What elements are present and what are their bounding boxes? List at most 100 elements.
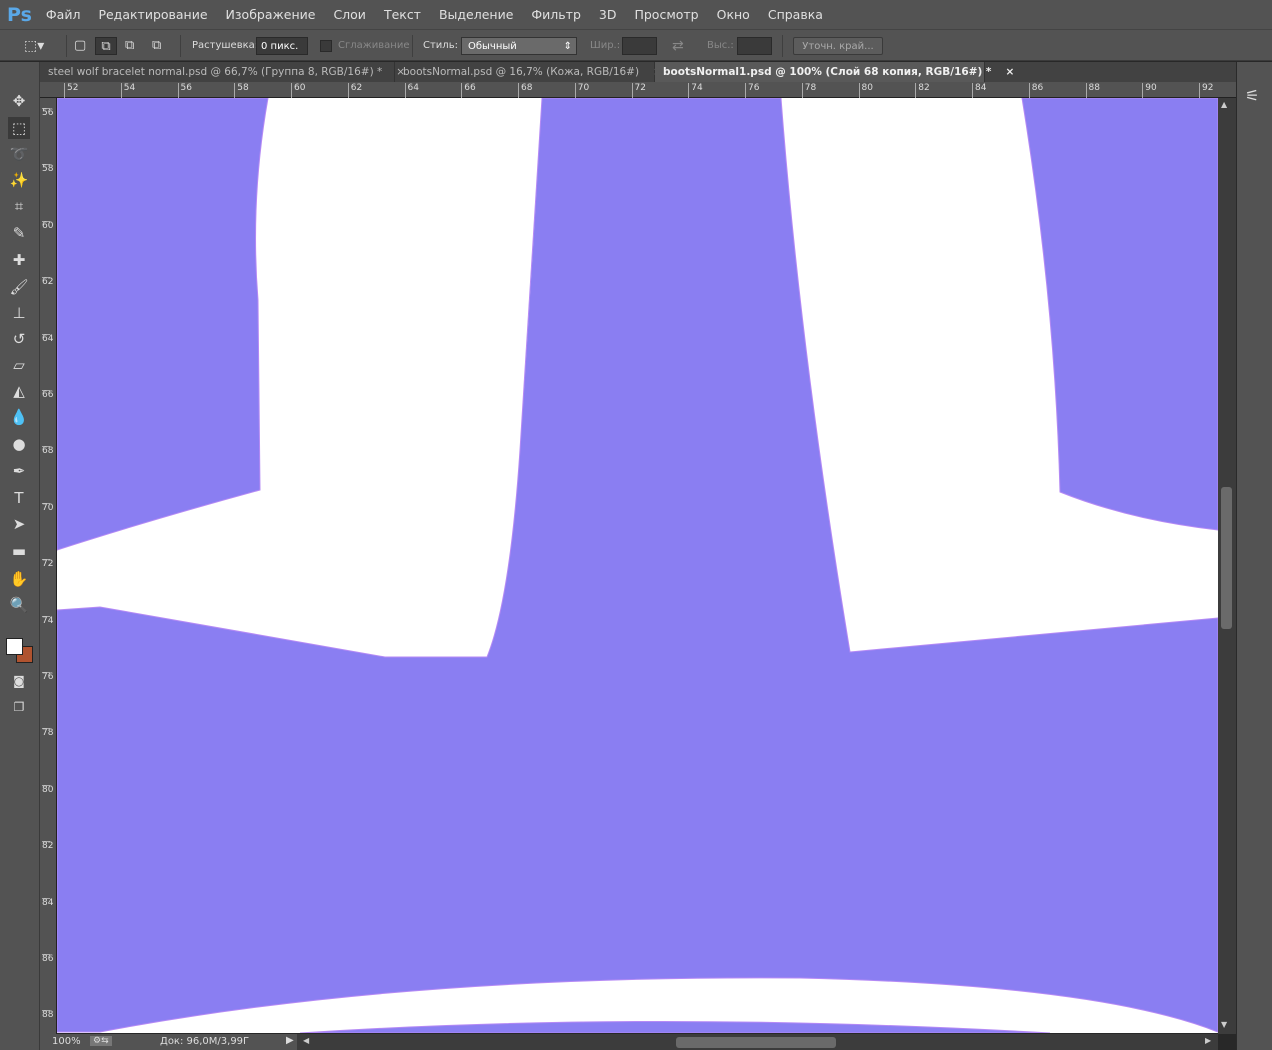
ruler-tick-label: 58 [42, 164, 54, 175]
ruler-tick-label: 54 [120, 83, 135, 98]
ruler-tick-label: 80 [42, 784, 54, 795]
history-brush-icon[interactable]: ↺ [8, 328, 30, 350]
ruler-tick-label: 62 [42, 277, 54, 288]
hand-tool-icon[interactable]: ✋ [8, 568, 30, 590]
horizontal-scrollbar[interactable]: ◀ ▶ [297, 1034, 1218, 1050]
menu-item[interactable]: Редактирование [98, 7, 207, 22]
eraser-icon[interactable]: ▱ [8, 354, 30, 376]
clone-stamp-icon[interactable]: ⊥ [8, 302, 30, 324]
vertical-ruler: 56 58 60 62 64 66 68 70 72 74 76 78 80 82 84 86 88 [40, 98, 57, 1034]
lasso-tool-icon[interactable]: ➰ [8, 143, 30, 165]
close-icon[interactable]: × [1005, 62, 1014, 82]
style-select[interactable]: Обычный ⇕ [461, 37, 577, 55]
document-canvas[interactable] [57, 98, 1218, 1033]
menu-item[interactable]: Изображение [226, 7, 316, 22]
pen-tool-icon[interactable]: ✒ [8, 460, 30, 482]
add-selection-icon[interactable]: ⧉ [95, 37, 117, 55]
photoshop-logo: Ps [7, 3, 32, 26]
menu-item[interactable]: Просмотр [634, 7, 698, 22]
menu-item[interactable]: Файл [46, 7, 81, 22]
feather-input[interactable]: 0 пикс. [256, 37, 308, 55]
uv-island-bottom [299, 1021, 1051, 1033]
ruler-tick-label: 56 [42, 108, 54, 118]
document-tab[interactable]: bootsNormal1.psd @ 100% (Слой 68 копия, … [655, 62, 1014, 82]
crop-tool-icon[interactable]: ⌗ [8, 195, 30, 217]
type-tool-icon[interactable]: T [8, 487, 30, 509]
ruler-tick-label: 82 [915, 83, 930, 98]
ruler-tick-label: 70 [574, 83, 589, 98]
horizontal-scroll-thumb[interactable] [676, 1037, 836, 1048]
swap-icon[interactable]: ⇄ [672, 37, 684, 55]
ruler-tick-label: 86 [42, 954, 54, 964]
ruler-tick-label: 58 [234, 83, 249, 98]
menu-item[interactable]: Справка [768, 7, 823, 22]
status-bar: 100% ⚙⇆ Док: 96,0M/3,99Г ▶ [40, 1034, 297, 1050]
tab-label: steel wolf bracelet normal.psd @ 66,7% (… [48, 66, 383, 78]
adjustments-icon[interactable]: ⚟ [1245, 86, 1259, 105]
scroll-down-icon[interactable]: ▼ [1221, 1020, 1227, 1029]
ruler-tick-label: 80 [858, 83, 873, 98]
menu-item[interactable]: Фильтр [531, 7, 580, 22]
healing-brush-icon[interactable]: ✚ [8, 249, 30, 271]
ruler-tick-label: 78 [42, 728, 54, 739]
ruler-tick-label: 62 [347, 83, 362, 98]
marquee-tool-icon[interactable]: ⬚ [8, 117, 30, 139]
rectangle-tool-icon[interactable]: ▬ [8, 540, 30, 562]
ruler-tick-label: 56 [177, 83, 192, 98]
eyedropper-icon[interactable]: ✎ [8, 222, 30, 244]
menu-item[interactable]: 3D [599, 7, 617, 22]
subtract-selection-icon[interactable]: ⧉ [125, 37, 134, 55]
status-menu-arrow-icon[interactable]: ▶ [286, 1035, 294, 1046]
menu-item[interactable]: Слои [333, 7, 366, 22]
zoom-tool-icon[interactable]: 🔍 [8, 594, 30, 616]
paint-bucket-icon[interactable]: ◭ [8, 380, 30, 402]
feather-label: Растушевка: [192, 40, 259, 51]
ruler-tick-label: 82 [42, 841, 54, 852]
zoom-level[interactable]: 100% [52, 1036, 81, 1047]
screen-mode-icon[interactable]: ❐ [8, 696, 30, 718]
menu-item[interactable]: Текст [384, 7, 421, 22]
gear-icon[interactable]: ⚙⇆ [90, 1036, 112, 1046]
path-selection-icon[interactable]: ➤ [8, 513, 30, 535]
scroll-right-icon[interactable]: ▶ [1205, 1036, 1211, 1045]
width-input[interactable] [622, 37, 657, 55]
ruler-tick-label: 78 [801, 83, 816, 98]
foreground-color-swatch[interactable] [6, 638, 23, 655]
menu-bar: Ps Файл Редактирование Изображение Слои Текс… [0, 0, 1272, 29]
vertical-scroll-thumb[interactable] [1221, 487, 1232, 629]
ruler-tick-label: 70 [42, 502, 54, 513]
normal-map-image [57, 98, 1218, 1033]
ruler-tick-label: 60 [291, 83, 305, 98]
blur-tool-icon[interactable]: 💧 [8, 406, 30, 428]
magic-wand-icon[interactable]: ✨ [8, 169, 30, 191]
height-input[interactable] [737, 37, 772, 55]
new-selection-icon[interactable]: ▢ [74, 37, 86, 55]
options-bar: ⬚▾ ▢ ⧉ ⧉ ⧉ Растушевка: 0 пикс. Сглаживан… [0, 29, 1272, 61]
scroll-up-icon[interactable]: ▲ [1221, 100, 1227, 109]
menu-item[interactable]: Окно [717, 7, 750, 22]
marquee-preset-icon[interactable]: ⬚▾ [24, 37, 44, 55]
intersect-selection-icon[interactable]: ⧉ [152, 37, 161, 55]
move-tool-icon[interactable]: ✥ [8, 90, 30, 112]
ruler-tick-label: 68 [42, 446, 54, 457]
menu-item[interactable]: Выделение [439, 7, 513, 22]
ruler-tick-label: 66 [42, 390, 54, 400]
antialias-checkbox[interactable] [320, 40, 332, 52]
refine-edge-button[interactable]: Уточн. край... [793, 37, 883, 55]
ruler-tick-label: 74 [688, 83, 703, 98]
ruler-tick-label: 84 [42, 897, 54, 908]
ruler-tick-label: 92 [1199, 83, 1213, 98]
uv-island-left [57, 98, 269, 551]
vertical-scrollbar[interactable]: ▲ ▼ [1218, 98, 1236, 1034]
ruler-tick-label: 76 [745, 83, 759, 98]
ruler-tick-label: 88 [42, 1010, 54, 1021]
dodge-tool-icon[interactable]: ● [8, 433, 30, 455]
quick-mask-icon[interactable]: ◙ [8, 670, 30, 692]
ruler-tick-label: 74 [42, 615, 54, 626]
brush-tool-icon[interactable]: 🖌 [8, 276, 30, 298]
document-tab[interactable]: bootsNormal.psd @ 16,7% (Кожа, RGB/16#)× [395, 62, 662, 82]
scroll-left-icon[interactable]: ◀ [303, 1036, 309, 1045]
ruler-tick-label: 72 [631, 83, 646, 98]
ruler-tick-label: 86 [1028, 83, 1043, 98]
document-tab[interactable]: steel wolf bracelet normal.psd @ 66,7% (… [40, 62, 405, 82]
